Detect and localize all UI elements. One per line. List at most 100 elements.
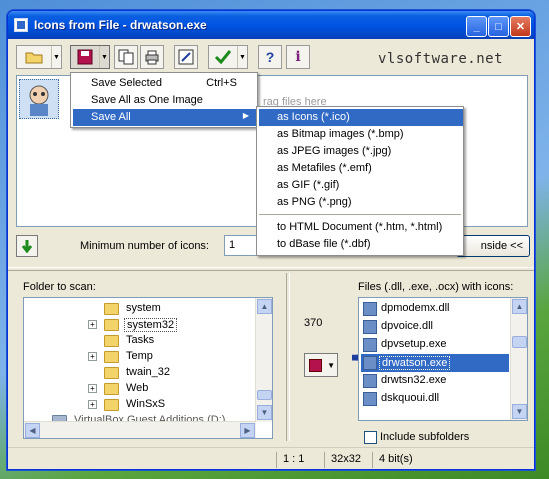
print-button[interactable] <box>140 45 164 69</box>
checkmark-icon <box>214 50 232 65</box>
menu-item-save-all[interactable]: Save All ▶ <box>73 109 257 126</box>
tree-item[interactable]: + Temp <box>24 349 256 365</box>
menu-item-label: Save All <box>91 111 131 123</box>
submenu-arrow-icon: ▶ <box>242 111 249 120</box>
scroll-up-icon[interactable]: ▲ <box>257 299 272 314</box>
menu-item-save-all-one-image[interactable]: Save All as One Image <box>73 92 257 109</box>
scroll-down-icon[interactable]: ▼ <box>512 404 527 419</box>
file-list-item[interactable]: dpmodemx.dll <box>361 300 509 318</box>
scroll-thumb[interactable] <box>257 390 272 400</box>
menu-item-save-png[interactable]: as PNG (*.png) <box>259 194 463 211</box>
expand-icon[interactable]: + <box>88 384 97 393</box>
inside-button[interactable]: nside << <box>456 235 530 257</box>
tree-item[interactable]: + WinSxS <box>24 397 256 413</box>
edit-button[interactable] <box>174 45 198 69</box>
menu-item-save-gif[interactable]: as GIF (*.gif) <box>259 177 463 194</box>
file-name: dpmodemx.dll <box>381 302 450 314</box>
menu-item-save-jpg[interactable]: as JPEG images (*.jpg) <box>259 143 463 160</box>
status-ratio: 1 : 1 <box>276 452 324 468</box>
file-list-item[interactable]: dskquoui.dll <box>361 390 509 408</box>
chevron-down-icon: ▼ <box>327 361 335 370</box>
folder-icon <box>104 351 119 363</box>
folder-icon <box>104 303 119 315</box>
tree-vertical-scrollbar[interactable]: ▲ ▼ <box>255 298 272 422</box>
close-button[interactable]: ✕ <box>510 16 531 37</box>
open-button[interactable]: ▼ <box>16 45 62 69</box>
copy-icon <box>118 49 134 65</box>
printer-icon <box>145 50 159 65</box>
scroll-down-icon[interactable]: ▼ <box>257 405 272 420</box>
save-dropdown-menu: Save Selected Ctrl+S Save All as One Ima… <box>70 72 258 128</box>
scroll-right-icon[interactable]: ▶ <box>240 423 255 438</box>
info-button[interactable]: i <box>286 45 310 69</box>
minimize-button[interactable]: _ <box>466 16 487 37</box>
files-vertical-scrollbar[interactable]: ▲ ▼ <box>510 298 527 420</box>
brand-label: vlsoftware.net <box>378 51 504 67</box>
menu-item-label: as Bitmap images (*.bmp) <box>277 128 404 140</box>
scan-down-button[interactable] <box>16 235 38 257</box>
file-list-item[interactable]: dpvsetup.exe <box>361 336 509 354</box>
horizontal-splitter[interactable] <box>8 267 534 271</box>
tree-item[interactable]: + Web <box>24 381 256 397</box>
file-list-item[interactable]: dpvoice.dll <box>361 318 509 336</box>
scroll-up-icon[interactable]: ▲ <box>512 299 527 314</box>
file-icon <box>363 374 377 388</box>
file-list[interactable]: dpmodemx.dll dpvoice.dll dpvsetup.exe dr… <box>358 297 528 421</box>
min-icons-label: Minimum number of icons: <box>80 240 209 252</box>
tree-item-label: Temp <box>126 350 153 362</box>
tree-item[interactable]: system <box>24 301 256 317</box>
menu-item-label: Save Selected <box>91 77 162 89</box>
file-name: dpvsetup.exe <box>381 338 447 350</box>
save-file-button[interactable]: ▼ <box>304 353 338 377</box>
save-all-submenu: as Icons (*.ico) as Bitmap images (*.bmp… <box>256 106 464 256</box>
tree-item-label: Tasks <box>126 334 155 346</box>
save-dropdown-arrow[interactable]: ▼ <box>99 46 109 68</box>
vertical-splitter[interactable] <box>286 273 290 441</box>
menu-item-label: Save All as One Image <box>91 94 203 106</box>
expand-icon[interactable]: + <box>88 352 97 361</box>
menu-item-label: as Metafiles (*.emf) <box>277 162 372 174</box>
menu-item-save-icons[interactable]: as Icons (*.ico) <box>259 109 463 126</box>
copy-button[interactable] <box>114 45 138 69</box>
floppy-save-icon <box>77 49 93 65</box>
file-icon <box>363 302 377 316</box>
open-dropdown-arrow[interactable]: ▼ <box>51 46 61 68</box>
menu-item-save-html[interactable]: to HTML Document (*.htm, *.html) <box>259 219 463 236</box>
title-bar[interactable]: Icons from File - drwatson.exe _ □ ✕ <box>8 11 534 39</box>
file-name: drwtsn32.exe <box>381 374 447 386</box>
checkbox-box[interactable] <box>364 431 377 444</box>
icon-thumbnail[interactable] <box>19 79 59 119</box>
scroll-left-icon[interactable]: ◀ <box>25 423 40 438</box>
file-list-item[interactable]: drwatson.exe <box>361 354 509 372</box>
scroll-thumb[interactable] <box>512 336 527 348</box>
folder-icon <box>104 399 119 411</box>
folder-tree[interactable]: system + system32 Tasks + Temp twain_32 <box>23 297 273 439</box>
menu-item-save-bmp[interactable]: as Bitmap images (*.bmp) <box>259 126 463 143</box>
file-count: 370 <box>304 317 323 329</box>
file-name: dpvoice.dll <box>381 320 433 332</box>
brace-decoration: { <box>338 297 409 417</box>
tree-horizontal-scrollbar[interactable]: ◀ ▶ <box>24 421 256 438</box>
tree-item[interactable]: twain_32 <box>24 365 256 381</box>
tree-item-label: WinSxS <box>126 398 166 410</box>
folder-open-icon <box>25 52 43 64</box>
menu-item-label: as Icons (*.ico) <box>277 111 350 123</box>
file-list-item[interactable]: drwtsn32.exe <box>361 372 509 390</box>
select-dropdown-arrow[interactable]: ▼ <box>237 46 247 68</box>
menu-item-shortcut: Ctrl+S <box>206 77 237 89</box>
status-depth: 4 bit(s) <box>372 452 452 468</box>
help-button[interactable]: ? <box>258 45 282 69</box>
save-button[interactable]: ▼ <box>70 45 110 69</box>
tree-item[interactable]: Tasks <box>24 333 256 349</box>
maximize-button[interactable]: □ <box>488 16 509 37</box>
expand-icon[interactable]: + <box>88 400 97 409</box>
menu-item-save-dbf[interactable]: to dBase file (*.dbf) <box>259 236 463 253</box>
menu-item-save-selected[interactable]: Save Selected Ctrl+S <box>73 75 257 92</box>
floppy-save-icon <box>309 359 322 372</box>
select-button[interactable]: ▼ <box>208 45 248 69</box>
tree-item-label: system <box>126 302 161 314</box>
menu-item-label: to HTML Document (*.htm, *.html) <box>277 221 443 233</box>
menu-item-save-emf[interactable]: as Metafiles (*.emf) <box>259 160 463 177</box>
tree-item[interactable]: + system32 <box>24 317 256 333</box>
expand-icon[interactable]: + <box>88 320 97 329</box>
